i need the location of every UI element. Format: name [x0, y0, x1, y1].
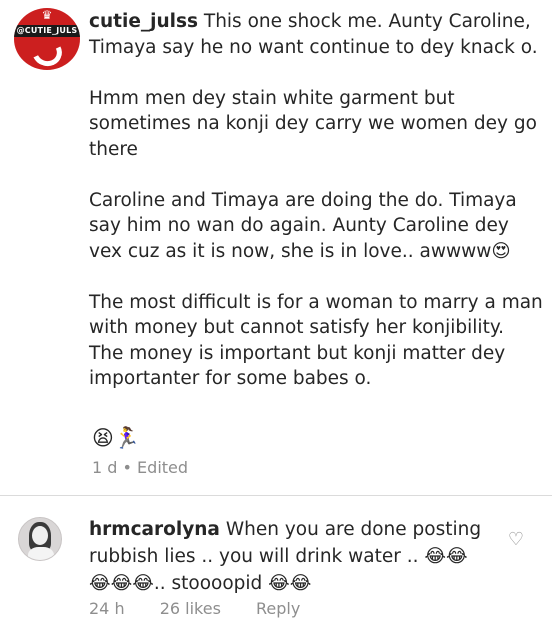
reply-button[interactable]: Reply — [256, 599, 300, 618]
likes-count[interactable]: 26 likes — [160, 599, 221, 618]
avatar-face — [32, 526, 48, 545]
timestamp: 24 h — [89, 599, 125, 618]
avatar[interactable] — [18, 517, 62, 561]
heart-outline-icon[interactable]: ♡ — [506, 530, 526, 550]
swirl-logo-icon — [28, 33, 66, 70]
comment-paragraph: Hmm men dey stain white garment but some… — [89, 87, 537, 160]
username[interactable]: hrmcarolyna — [89, 519, 220, 540]
username[interactable]: cutie_julss — [89, 11, 198, 32]
comment-paragraph: The most difficult is for a woman to mar… — [89, 291, 543, 390]
timestamp: 1 d — [92, 458, 118, 477]
avatar-body — [28, 547, 54, 560]
reply-text: hrmcarolyna When you are done posting ru… — [89, 516, 489, 597]
comment-paragraph: Caroline and Timaya are doing the do. Ti… — [89, 189, 517, 262]
avatar-logo-text: @CUTIE_JULS — [14, 25, 80, 37]
divider — [0, 495, 552, 496]
crown-icon: ♛ — [41, 8, 53, 22]
comment-paragraph: cutie_julss This one shock me. Aunty Car… — [89, 9, 544, 60]
edited-label: Edited — [137, 458, 189, 477]
meta-separator: • — [122, 458, 132, 477]
emoji-line: 😫🏃‍♀️ — [92, 426, 141, 450]
comment-text: cutie_julss This one shock me. Aunty Car… — [89, 9, 544, 417]
avatar[interactable]: ♛ @CUTIE_JULS — [14, 8, 80, 70]
comment-meta: 1 d • Edited — [92, 457, 188, 479]
reply-meta: 24 h 26 likes Reply — [89, 598, 330, 620]
